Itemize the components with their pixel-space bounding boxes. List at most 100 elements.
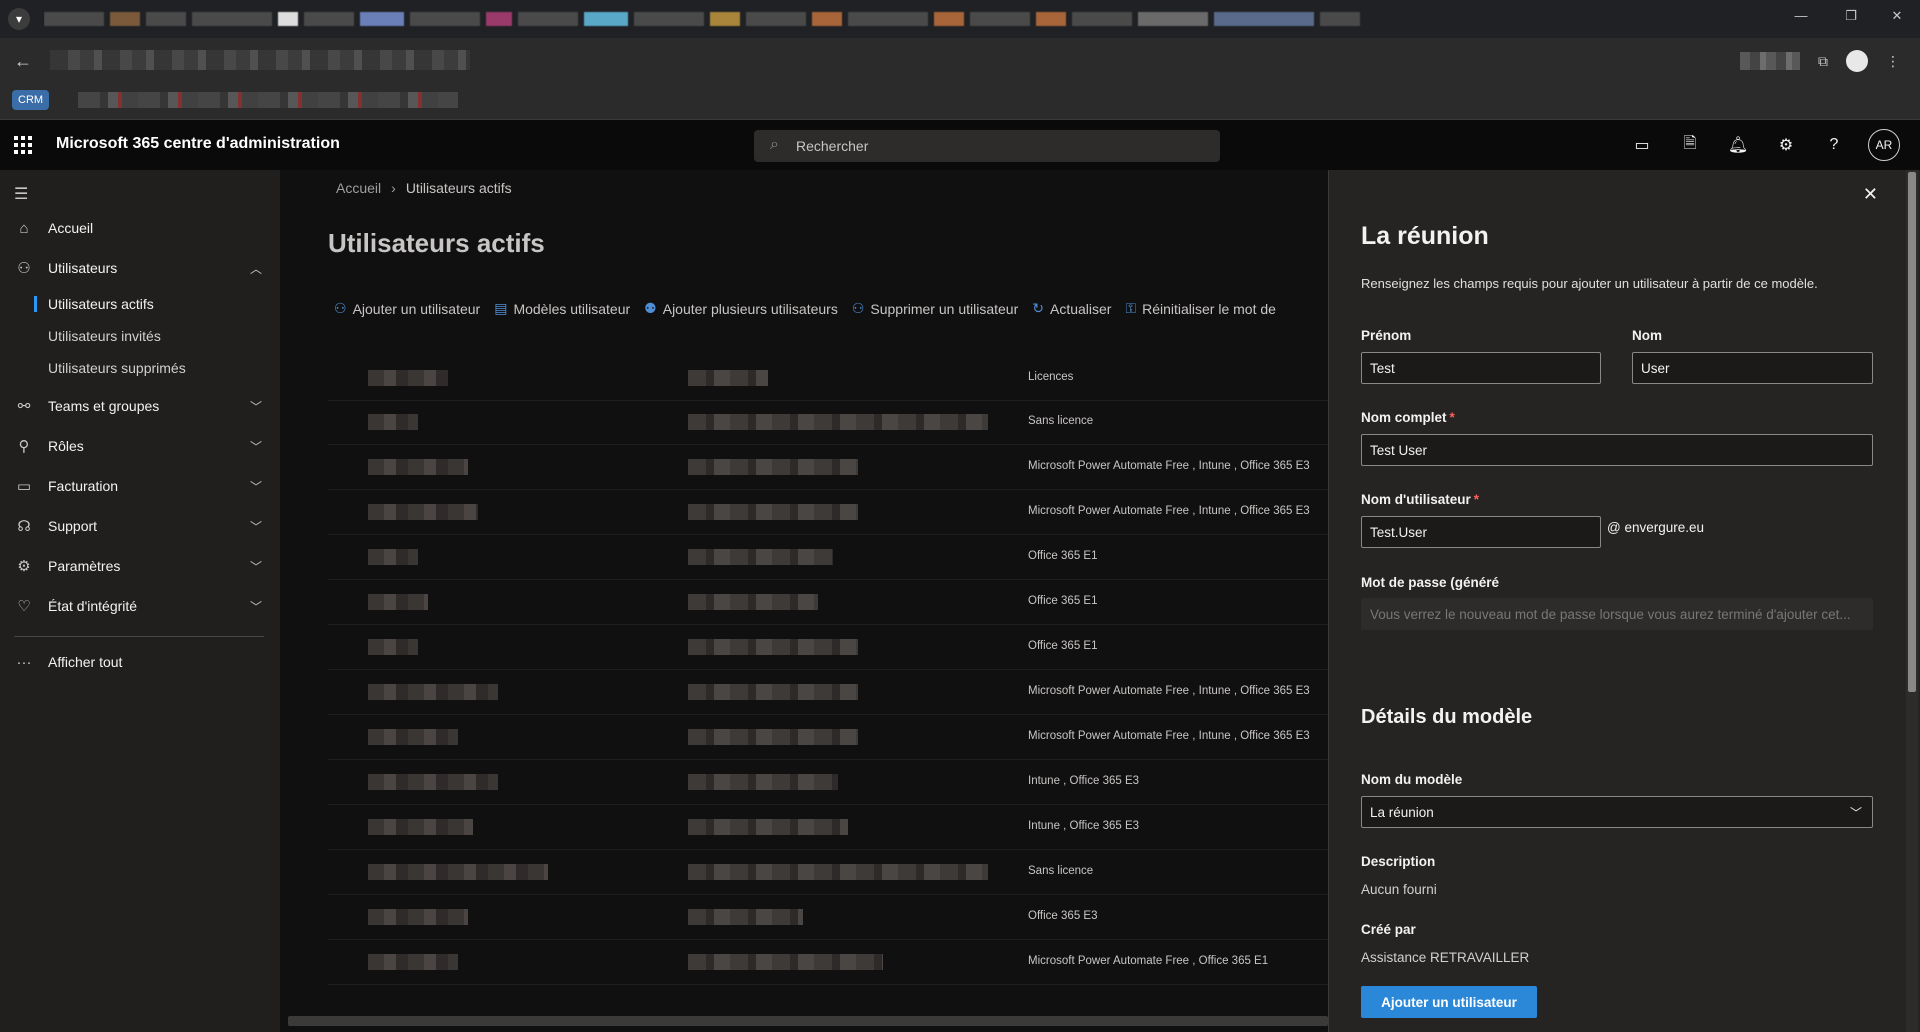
search-box[interactable]: ⌕ (754, 130, 1220, 162)
table-row[interactable]: Sans licence (328, 400, 1328, 445)
chevron-down-icon: ﹀ (249, 439, 262, 454)
terminal-icon[interactable]: ▭ (1628, 135, 1656, 155)
browser-toolbar: ← ⧉ ⋮ (0, 38, 1920, 84)
table-row[interactable]: Intune , Office 365 E3 (328, 805, 1328, 850)
extensions-icon[interactable]: ⧉ (1818, 53, 1828, 70)
nav-item-settings[interactable]: ⚙ Paramètres ﹀ (0, 548, 280, 584)
profile-avatar[interactable] (1846, 50, 1868, 72)
column-header-blurred (368, 370, 448, 386)
address-bar[interactable] (50, 50, 470, 70)
breadcrumb-current: Utilisateurs actifs (405, 180, 512, 196)
app-header: Microsoft 365 centre d'administration ⌕ … (0, 120, 1920, 170)
table-row[interactable]: Office 365 E1 (328, 580, 1328, 625)
nav-sub-deleted-users[interactable]: Utilisateurs supprimés (48, 354, 186, 382)
add-user-command[interactable]: ⚇ Ajouter un utilisateur (334, 300, 480, 317)
bookmark-items[interactable] (78, 92, 458, 108)
breadcrumb: Accueil › Utilisateurs actifs (336, 180, 512, 196)
app-launcher-icon[interactable] (14, 136, 32, 154)
document-icon[interactable]: 🗎 (1676, 132, 1704, 159)
table-row[interactable]: Microsoft Power Automate Free , Office 3… (328, 940, 1328, 985)
gear-icon[interactable]: ⚙ (1772, 135, 1800, 155)
headset-icon: ☊ (17, 518, 31, 535)
nav-item-show-all[interactable]: ··· Afficher tout (0, 644, 280, 680)
main-content: Accueil › Utilisateurs actifs Utilisateu… (280, 170, 1328, 1032)
username-field[interactable] (1361, 516, 1601, 548)
table-row[interactable]: Microsoft Power Automate Free , Intune ,… (328, 490, 1328, 535)
search-input[interactable] (796, 136, 1196, 156)
bell-icon[interactable]: 🔔︎ (1724, 135, 1752, 155)
reset-password-command[interactable]: ⚿ Réinitialiser le mot de (1125, 300, 1276, 317)
description-label: Description (1361, 854, 1436, 869)
crm-bookmark[interactable]: CRM (12, 90, 50, 110)
first-name-field[interactable] (1361, 352, 1601, 384)
table-row[interactable]: Office 365 E1 (328, 625, 1328, 670)
add-multiple-users-command[interactable]: ⚉ Ajouter plusieurs utilisateurs (644, 300, 838, 317)
hamburger-icon[interactable]: ☰ (14, 184, 28, 204)
minimize-icon[interactable]: — (1786, 8, 1816, 23)
table-row[interactable]: Microsoft Power Automate Free , Intune ,… (328, 715, 1328, 760)
template-name-select[interactable]: La réunion ﹀ (1361, 796, 1873, 828)
first-name-label: Prénom (1361, 328, 1412, 343)
key-icon: ⚿ (1125, 300, 1137, 316)
nav-item-billing[interactable]: ▭ Facturation ﹀ (0, 468, 280, 504)
nav-item-support[interactable]: ☊ Support ﹀ (0, 508, 280, 544)
full-name-label: Nom complet * (1361, 410, 1455, 425)
chevron-down-icon: ﹀ (249, 399, 262, 414)
user-avatar[interactable]: AR (1868, 129, 1900, 161)
table-row[interactable]: Office 365 E3 (328, 895, 1328, 940)
bookmarks-bar: CRM (0, 84, 1920, 120)
browser-tab-bar: ▾ — ❐ ✕ (0, 0, 1920, 38)
password-label: Mot de passe (généré (1361, 575, 1500, 590)
full-name-field[interactable] (1361, 434, 1873, 466)
chevron-down-icon: ﹀ (249, 559, 262, 574)
required-marker: * (1449, 410, 1455, 425)
table-row[interactable]: Microsoft Power Automate Free , Intune ,… (328, 445, 1328, 490)
roles-icon: ⚲ (18, 438, 30, 455)
nav-sub-guest-users[interactable]: Utilisateurs invités (48, 322, 161, 350)
table-row[interactable]: Office 365 E1 (328, 535, 1328, 580)
breadcrumb-home[interactable]: Accueil (336, 180, 381, 196)
delete-user-command[interactable]: ⚇ Supprimer un utilisateur (852, 300, 1018, 317)
nav-item-health[interactable]: ♡ État d'intégrité ﹀ (0, 588, 280, 624)
nav-sub-active-users[interactable]: Utilisateurs actifs (34, 290, 154, 318)
scrollbar-thumb[interactable] (1908, 172, 1916, 692)
delete-user-icon: ⚇ (851, 300, 865, 316)
page-title: Utilisateurs actifs (328, 228, 545, 258)
health-icon: ♡ (17, 598, 31, 615)
template-details-heading: Détails du modèle (1361, 706, 1533, 728)
toolbar-extensions[interactable] (1740, 52, 1800, 70)
password-field (1361, 598, 1873, 630)
horizontal-scrollbar[interactable] (288, 1016, 1328, 1026)
browser-menu-icon[interactable]: ⋮ (1886, 53, 1900, 70)
table-row[interactable]: Intune , Office 365 E3 (328, 760, 1328, 805)
close-icon[interactable]: ✕ (1863, 184, 1878, 205)
licences-column-header[interactable]: Licences (1028, 371, 1073, 383)
restore-icon[interactable]: ❐ (1836, 8, 1866, 24)
last-name-field[interactable] (1632, 352, 1873, 384)
nav-item-teams[interactable]: ⚯ Teams et groupes ﹀ (0, 388, 280, 424)
breadcrumb-separator-icon: › (391, 180, 396, 196)
add-user-button[interactable]: Ajouter un utilisateur (1361, 986, 1537, 1018)
tab-search-dropdown[interactable]: ▾ (8, 8, 30, 30)
app-title[interactable]: Microsoft 365 centre d'administration (56, 135, 340, 153)
help-icon[interactable]: ? (1820, 136, 1848, 154)
column-header-blurred (688, 370, 768, 386)
nav-item-users[interactable]: ⚇ Utilisateurs ︿ (0, 250, 280, 286)
refresh-command[interactable]: ↻ Actualiser (1032, 300, 1111, 317)
nav-item-home[interactable]: ⌂ Accueil (0, 210, 280, 246)
table-row[interactable]: Sans licence (328, 850, 1328, 895)
user-icon: ⚇ (17, 260, 31, 277)
add-multiple-icon: ⚉ (644, 300, 657, 316)
table-row[interactable]: Microsoft Power Automate Free , Intune ,… (328, 670, 1328, 715)
back-arrow-icon[interactable]: ← (12, 50, 34, 72)
browser-tabs[interactable] (44, 10, 1734, 28)
last-name-label: Nom (1632, 328, 1662, 343)
refresh-icon: ↻ (1032, 300, 1044, 316)
vertical-scrollbar[interactable] (1906, 170, 1918, 1032)
chevron-down-icon: ﹀ (249, 519, 262, 534)
close-window-icon[interactable]: ✕ (1882, 8, 1912, 24)
chevron-down-icon: ﹀ (1849, 806, 1862, 820)
nav-item-roles[interactable]: ⚲ Rôles ﹀ (0, 428, 280, 464)
add-user-icon: ⚇ (334, 300, 347, 316)
user-templates-command[interactable]: ▤ Modèles utilisateur (494, 300, 630, 317)
